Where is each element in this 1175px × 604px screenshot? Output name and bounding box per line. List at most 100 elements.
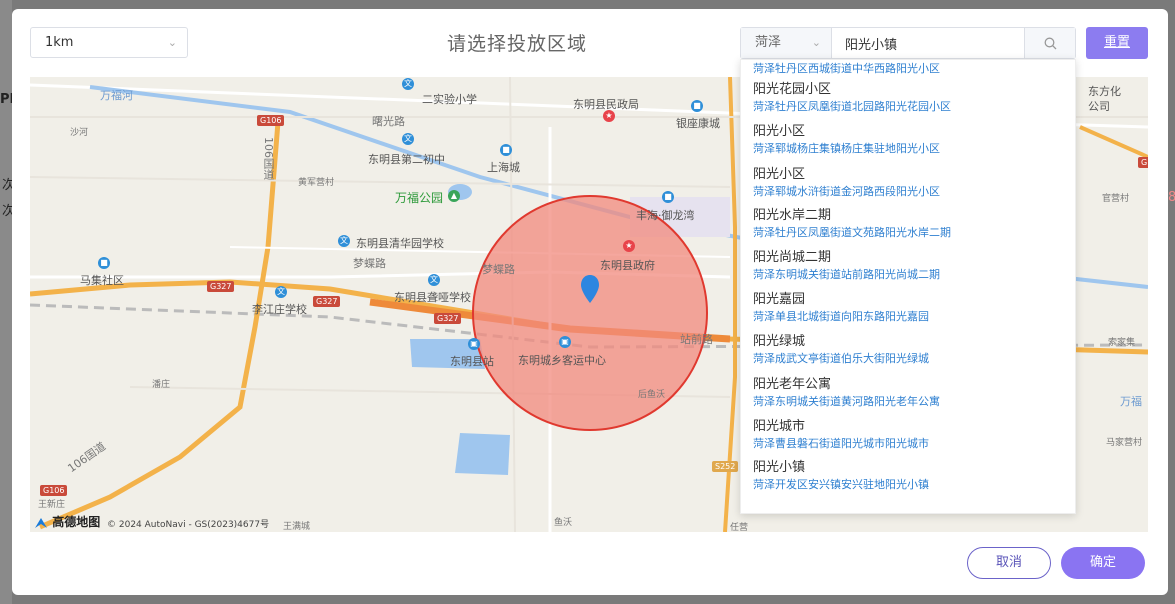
highway-shield: G327 bbox=[434, 313, 462, 324]
map-logo-text: 高德地图 bbox=[52, 515, 101, 529]
map-poi: ★ bbox=[603, 109, 618, 122]
map-label: 东明县政府 bbox=[600, 259, 655, 272]
map-label: 潘庄 bbox=[152, 380, 171, 390]
map-poi: ▣ bbox=[559, 335, 574, 348]
shopping-icon: ■ bbox=[691, 100, 703, 112]
map-poi: ■ bbox=[98, 256, 113, 269]
result-address: 菏泽成武文亭街道伯乐大街阳光绿城 bbox=[753, 352, 929, 365]
location-marker-icon[interactable] bbox=[579, 274, 601, 304]
result-address: 菏泽郓城水浒街道金河路西段阳光小区 bbox=[753, 185, 940, 198]
result-name: 阳光小区 bbox=[753, 167, 806, 182]
map-label: 任营 bbox=[730, 523, 749, 532]
reset-button[interactable]: 重置 bbox=[1086, 27, 1148, 59]
map-label: 东方化 bbox=[1088, 85, 1121, 98]
result-address: 菏泽曹县磐石街道阳光城市阳光城市 bbox=[753, 437, 929, 450]
result-item[interactable]: 阳光嘉园 菏泽单县北城街道向阳东路阳光嘉园 bbox=[753, 292, 929, 324]
result-item[interactable]: 阳光小区 菏泽郓城杨庄集镇杨庄集驻地阳光小区 bbox=[753, 124, 940, 156]
result-item[interactable]: 阳光小区 菏泽郓城水浒街道金河路西段阳光小区 bbox=[753, 167, 940, 199]
result-address: 菏泽开发区安兴镇安兴驻地阳光小镇 bbox=[753, 478, 929, 491]
government-icon: ★ bbox=[603, 110, 615, 122]
dialog-title: 请选择投放区域 bbox=[446, 33, 587, 55]
result-item[interactable]: 阳光尚城二期 菏泽东明城关街道站前路阳光尚城二期 bbox=[753, 250, 940, 282]
residence-icon: ■ bbox=[662, 191, 674, 203]
map-label: 二实验小学 bbox=[422, 93, 477, 106]
map-label: 鱼沃 bbox=[554, 518, 573, 528]
map-label: 106国道 bbox=[262, 137, 275, 180]
school-icon: 文 bbox=[402, 78, 414, 90]
result-address: 菏泽牡丹区凤凰街道文苑路阳光水岸二期 bbox=[753, 226, 951, 239]
result-name: 阳光嘉园 bbox=[753, 292, 806, 307]
map-label: 上海城 bbox=[487, 161, 520, 174]
highway-shield: G106 bbox=[40, 485, 68, 496]
map-poi: 文 bbox=[428, 273, 443, 286]
backdrop-text: 8 bbox=[1168, 190, 1175, 205]
city-select-value: 菏泽 bbox=[755, 35, 782, 50]
map-label: 李江庄学校 bbox=[252, 303, 307, 316]
map-poi: ★ bbox=[623, 239, 638, 252]
shopping-icon: ■ bbox=[500, 144, 512, 156]
result-item[interactable]: 阳光水岸二期 菏泽牡丹区凤凰街道文苑路阳光水岸二期 bbox=[753, 208, 951, 240]
result-name: 阳光老年公寓 bbox=[753, 377, 832, 392]
map-poi: 文 bbox=[402, 77, 417, 90]
map-label: 东明县聋哑学校 bbox=[394, 291, 471, 304]
chevron-down-icon: ⌄ bbox=[811, 36, 821, 49]
highway-shield: G327 bbox=[313, 296, 341, 307]
result-address: 菏泽单县北城街道向阳东路阳光嘉园 bbox=[753, 310, 929, 323]
map-label: 公司 bbox=[1088, 100, 1110, 113]
map-label: 索家集 bbox=[1108, 338, 1136, 348]
highway-shield: G bbox=[1138, 157, 1148, 168]
search-results-dropdown[interactable]: 菏泽牡丹区西城街道中华西路阳光小区 阳光花园小区 菏泽牡丹区凤凰街道北园路阳光花… bbox=[740, 59, 1076, 514]
result-name: 阳光小镇 bbox=[753, 460, 806, 475]
result-item[interactable]: 阳光绿城 菏泽成武文亭街道伯乐大街阳光绿城 bbox=[753, 334, 929, 366]
result-name: 阳光水岸二期 bbox=[753, 208, 832, 223]
radius-select[interactable]: 1km ⌄ bbox=[30, 27, 188, 58]
residence-icon: ■ bbox=[98, 257, 110, 269]
radius-select-value: 1km bbox=[45, 35, 74, 50]
confirm-button[interactable]: 确定 bbox=[1061, 547, 1145, 579]
train-station-icon: ▣ bbox=[468, 338, 480, 350]
map-label: 王新庄 bbox=[38, 500, 66, 510]
cancel-button[interactable]: 取消 bbox=[967, 547, 1051, 579]
map-poi: 文 bbox=[338, 234, 353, 247]
result-address: 菏泽东明城关街道站前路阳光尚城二期 bbox=[753, 268, 940, 281]
map-poi: ▣ bbox=[468, 337, 483, 350]
bus-station-icon: ▣ bbox=[559, 336, 571, 348]
map-poi: 文 bbox=[402, 132, 417, 145]
map-label: 黄军营村 bbox=[298, 178, 335, 188]
search-input[interactable] bbox=[833, 28, 1023, 58]
highway-shield: G106 bbox=[257, 115, 285, 126]
result-name: 阳光花园小区 bbox=[753, 82, 832, 97]
map-label: 东明县清华园学校 bbox=[356, 237, 444, 250]
map-label: 东明县第二初中 bbox=[368, 153, 445, 166]
map-poi: ■ bbox=[662, 190, 677, 203]
school-icon: 文 bbox=[428, 274, 440, 286]
chevron-down-icon: ⌄ bbox=[167, 36, 177, 49]
map-label: 万福公园 bbox=[395, 191, 444, 205]
map-label: 王满城 bbox=[283, 522, 311, 532]
result-address: 菏泽东明城关街道黄河路阳光老年公寓 bbox=[753, 395, 940, 408]
result-item[interactable]: 阳光小镇 菏泽开发区安兴镇安兴驻地阳光小镇 bbox=[753, 460, 929, 492]
map-label: 万福 bbox=[1120, 395, 1142, 408]
map-poi: ■ bbox=[500, 143, 515, 156]
map-label: 万福河 bbox=[100, 89, 133, 102]
map-logo: 高德地图 bbox=[34, 513, 100, 530]
city-select[interactable]: 菏泽 ⌄ bbox=[741, 28, 832, 58]
result-item[interactable]: 阳光老年公寓 菏泽东明城关街道黄河路阳光老年公寓 bbox=[753, 377, 940, 409]
map-label: 官营村 bbox=[1102, 194, 1130, 204]
map-label: 沙河 bbox=[70, 128, 89, 138]
map-label: 梦蝶路 bbox=[482, 263, 515, 276]
park-icon: ▲ bbox=[448, 190, 460, 202]
school-icon: 文 bbox=[275, 286, 287, 298]
result-item[interactable]: 阳光城市 菏泽曹县磐石街道阳光城市阳光城市 bbox=[753, 419, 929, 451]
result-item[interactable]: 阳光花园小区 菏泽牡丹区凤凰街道北园路阳光花园小区 bbox=[753, 82, 951, 114]
search-button[interactable] bbox=[1024, 28, 1075, 58]
map-poi: ▲ bbox=[448, 189, 463, 202]
government-icon: ★ bbox=[623, 240, 635, 252]
map-logo-icon bbox=[35, 517, 47, 528]
map-poi: 文 bbox=[275, 285, 290, 298]
page-backdrop bbox=[0, 0, 12, 604]
map-poi: ■ bbox=[691, 99, 706, 112]
result-item[interactable]: 菏泽牡丹区西城街道中华西路阳光小区 bbox=[753, 60, 940, 76]
result-name: 阳光尚城二期 bbox=[753, 250, 832, 265]
highway-shield: G327 bbox=[207, 281, 235, 292]
